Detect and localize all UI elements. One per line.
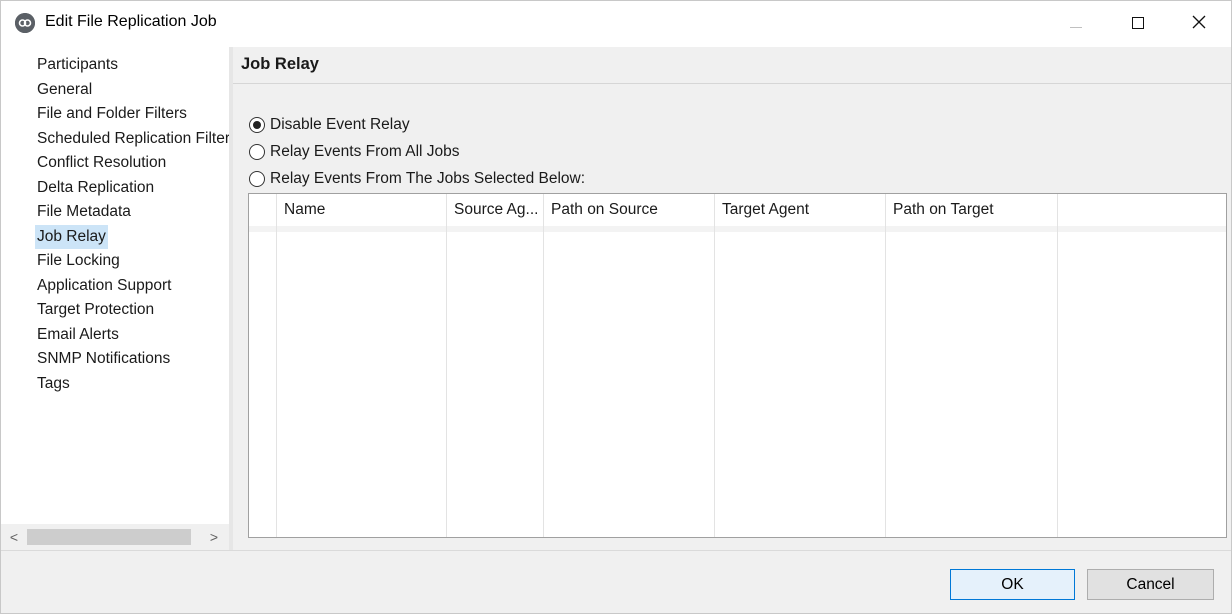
column-divider (714, 226, 715, 537)
column-header-path-on-target[interactable]: Path on Target (886, 194, 1058, 226)
column-header-target-agent[interactable]: Target Agent (715, 194, 886, 226)
nav-item-tags[interactable]: Tags (35, 372, 229, 397)
column-header-filler (1058, 194, 1226, 226)
nav-item-participants[interactable]: Participants (35, 53, 229, 78)
scroll-right-arrow-icon[interactable]: > (201, 524, 227, 550)
radio-disable-event-relay[interactable]: Disable Event Relay (249, 114, 410, 136)
radio-unchecked-icon[interactable] (249, 171, 265, 187)
nav-item-delta-replication[interactable]: Delta Replication (35, 176, 229, 201)
title-bar[interactable]: Edit File Replication Job (1, 1, 1231, 47)
panel-title: Job Relay (241, 55, 319, 73)
close-button[interactable] (1176, 1, 1222, 47)
column-divider (885, 226, 886, 537)
nav-item-file-locking[interactable]: File Locking (35, 249, 229, 274)
nav-item-general[interactable]: General (35, 78, 229, 103)
maximize-icon (1132, 16, 1144, 33)
scrollbar-thumb[interactable] (27, 529, 191, 545)
dialog-footer: OK Cancel (1, 550, 1231, 613)
window-title: Edit File Replication Job (45, 13, 217, 30)
column-header-path-on-source[interactable]: Path on Source (544, 194, 715, 226)
nav-item-job-relay[interactable]: Job Relay (35, 224, 108, 249)
radio-relay-all-jobs[interactable]: Relay Events From All Jobs (249, 141, 460, 163)
nav-list: Participants General File and Folder Fil… (35, 53, 229, 396)
nav-item-application-support[interactable]: Application Support (35, 274, 229, 299)
column-header-source-agent[interactable]: Source Ag... (447, 194, 544, 226)
radio-label: Relay Events From All Jobs (270, 143, 460, 160)
maximize-button[interactable] (1115, 1, 1161, 47)
nav-item-scheduled-replication-filters[interactable]: Scheduled Replication Filters (35, 127, 229, 152)
column-divider (543, 226, 544, 537)
table-body (249, 226, 1226, 232)
radio-relay-selected-jobs[interactable]: Relay Events From The Jobs Selected Belo… (249, 168, 585, 190)
nav-item-target-protection[interactable]: Target Protection (35, 298, 229, 323)
radio-label: Relay Events From The Jobs Selected Belo… (270, 170, 586, 187)
column-header-select[interactable] (249, 194, 277, 226)
column-divider (446, 226, 447, 537)
cancel-button[interactable]: Cancel (1087, 569, 1214, 600)
nav-item-conflict-resolution[interactable]: Conflict Resolution (35, 151, 229, 176)
job-relay-panel: Job Relay Disable Event Relay Relay Even… (233, 47, 1231, 550)
close-icon (1192, 15, 1206, 33)
radio-label: Disable Event Relay (270, 116, 410, 133)
nav-item-snmp-notifications[interactable]: SNMP Notifications (35, 347, 229, 372)
jobs-table[interactable]: Name Source Ag... Path on Source Target … (248, 193, 1227, 538)
column-divider (1057, 226, 1058, 537)
ok-button[interactable]: OK (950, 569, 1075, 600)
panel-header: Job Relay (233, 47, 1231, 84)
scroll-left-arrow-icon[interactable]: < (1, 524, 27, 550)
minimize-icon (1070, 16, 1082, 33)
peer-logo-icon (15, 13, 35, 33)
dialog-window: Edit File Replication Job Participants G… (0, 0, 1232, 614)
radio-checked-icon[interactable] (249, 117, 265, 133)
nav-horizontal-scrollbar[interactable]: < > (1, 524, 229, 550)
minimize-button[interactable] (1053, 1, 1099, 47)
table-header: Name Source Ag... Path on Source Target … (249, 194, 1226, 226)
nav-item-file-metadata[interactable]: File Metadata (35, 200, 229, 225)
nav-item-file-folder-filters[interactable]: File and Folder Filters (35, 102, 229, 127)
settings-nav: Participants General File and Folder Fil… (1, 47, 229, 550)
column-header-name[interactable]: Name (277, 194, 447, 226)
radio-unchecked-icon[interactable] (249, 144, 265, 160)
column-divider (276, 226, 277, 537)
nav-item-email-alerts[interactable]: Email Alerts (35, 323, 229, 348)
